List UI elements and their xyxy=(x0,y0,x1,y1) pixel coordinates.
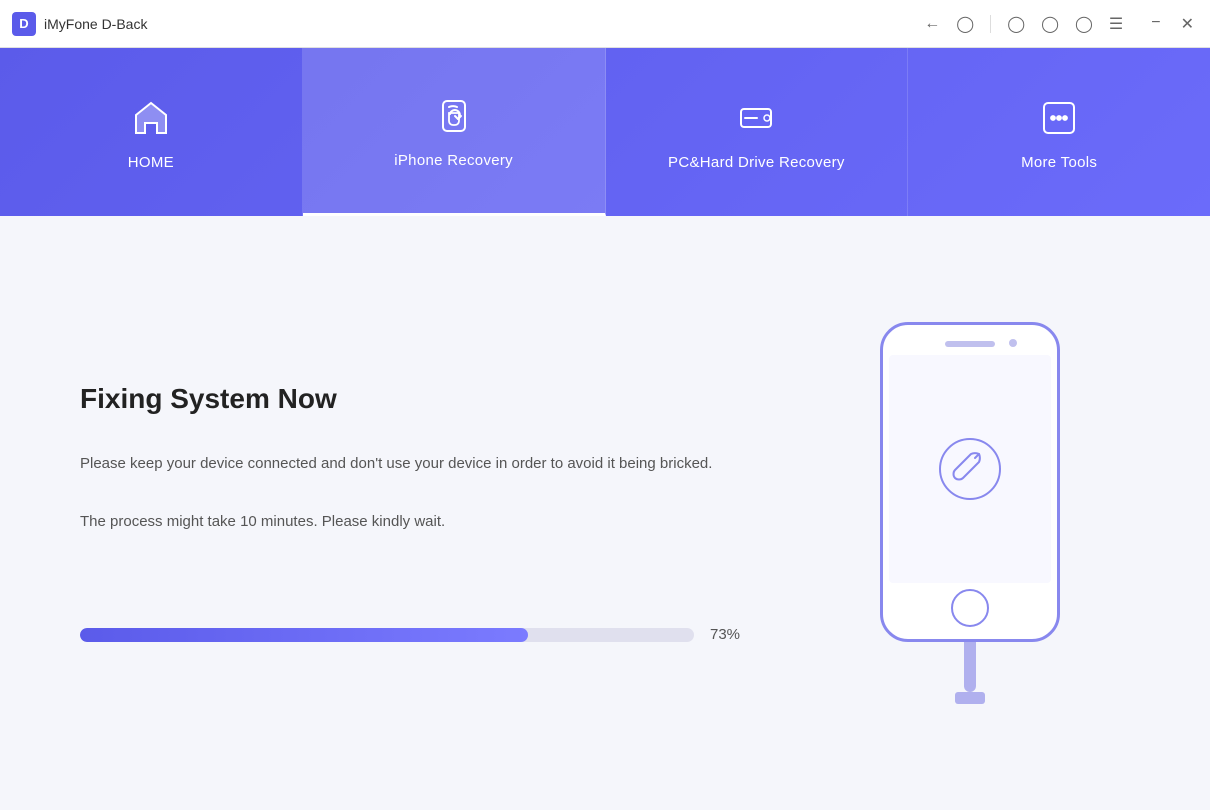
menu-icon[interactable]: ☰ xyxy=(1109,14,1123,34)
fixing-desc-1: Please keep your device connected and do… xyxy=(80,451,750,477)
more-tools-icon xyxy=(1035,94,1083,142)
cable-end xyxy=(955,692,985,704)
chat-icon[interactable]: ◯ xyxy=(1075,14,1093,34)
title-bar-left: D iMyFone D-Back xyxy=(12,12,147,36)
location-icon[interactable]: ◯ xyxy=(1007,14,1025,34)
app-title: iMyFone D-Back xyxy=(44,16,147,32)
progress-label: 73% xyxy=(710,626,750,643)
phone-screen xyxy=(889,355,1051,583)
main-content: Fixing System Now Please keep your devic… xyxy=(0,216,1210,810)
title-bar: D iMyFone D-Back ← ◯ ◯ ◯ ◯ ☰ − ✕ xyxy=(0,0,1210,48)
phone-camera xyxy=(1009,339,1017,347)
nav-item-pc-recovery[interactable]: PC&Hard Drive Recovery xyxy=(606,48,909,216)
nav-item-home[interactable]: HOME xyxy=(0,48,303,216)
wrench-icon xyxy=(935,434,1005,504)
title-divider xyxy=(990,15,991,33)
mail-icon[interactable]: ◯ xyxy=(1041,14,1059,34)
right-panel xyxy=(810,322,1130,704)
nav-item-more-tools[interactable]: More Tools xyxy=(908,48,1210,216)
nav-item-iphone-recovery[interactable]: iPhone Recovery xyxy=(303,48,606,216)
minimize-button[interactable]: − xyxy=(1147,12,1164,36)
phone-cable xyxy=(964,642,976,692)
left-panel: Fixing System Now Please keep your devic… xyxy=(80,383,750,643)
progress-bar-container xyxy=(80,628,694,642)
progress-section: 73% xyxy=(80,626,750,643)
phone-home-button xyxy=(951,589,989,627)
hard-drive-icon xyxy=(732,94,780,142)
phone-body xyxy=(880,322,1060,642)
phone-speaker xyxy=(945,341,995,347)
nav-label-home: HOME xyxy=(128,154,174,171)
home-icon xyxy=(127,94,175,142)
share-icon[interactable]: ← xyxy=(924,15,940,33)
nav-bar: HOME iPhone Recovery PC&Hard Drive Recov… xyxy=(0,48,1210,216)
app-logo: D xyxy=(12,12,36,36)
user-icon[interactable]: ◯ xyxy=(956,14,974,34)
window-controls: − ✕ xyxy=(1147,12,1198,36)
title-bar-right: ← ◯ ◯ ◯ ◯ ☰ − ✕ xyxy=(924,12,1198,36)
progress-bar-fill xyxy=(80,628,528,642)
nav-label-more-tools: More Tools xyxy=(1021,154,1097,171)
refresh-icon xyxy=(430,92,478,140)
fixing-title: Fixing System Now xyxy=(80,383,750,415)
fixing-desc-2: The process might take 10 minutes. Pleas… xyxy=(80,509,750,535)
nav-label-iphone-recovery: iPhone Recovery xyxy=(394,152,513,169)
nav-label-pc-recovery: PC&Hard Drive Recovery xyxy=(668,154,845,171)
close-button[interactable]: ✕ xyxy=(1177,12,1198,36)
phone-illustration xyxy=(880,322,1060,704)
